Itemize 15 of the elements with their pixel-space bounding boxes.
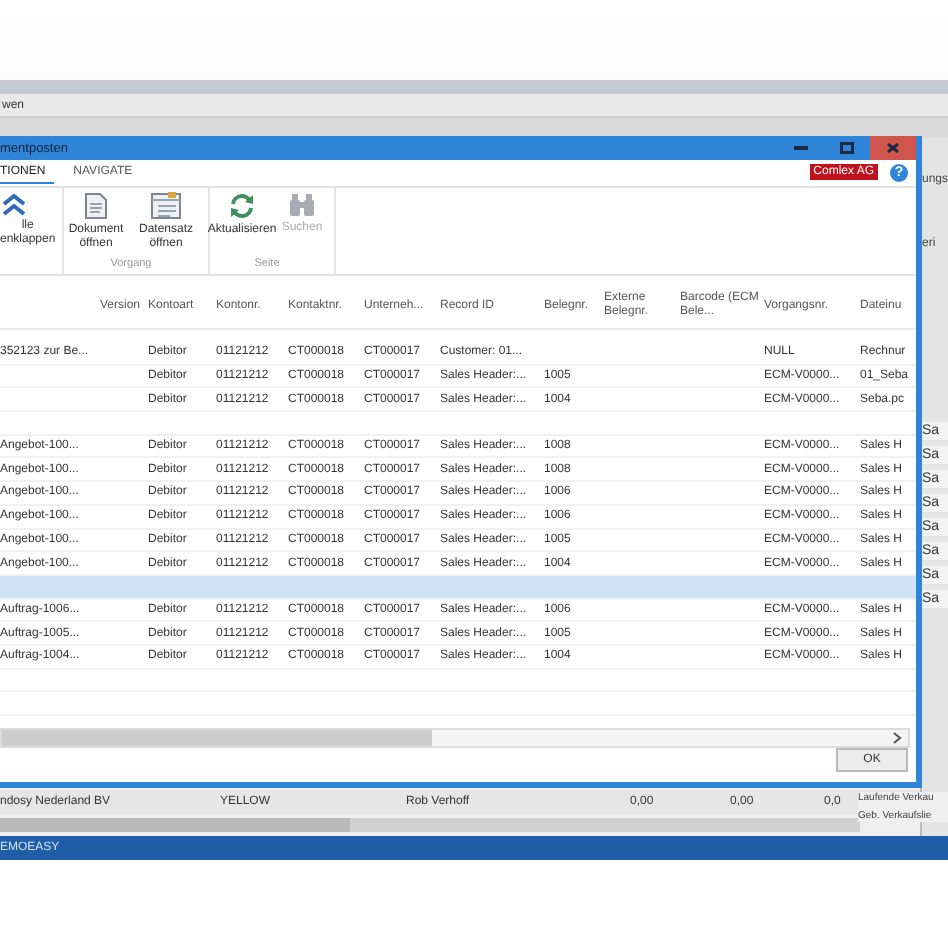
close-button[interactable] xyxy=(870,136,916,160)
binoculars-icon xyxy=(288,191,316,218)
double-chevron-up-icon xyxy=(0,191,28,216)
close-icon xyxy=(886,142,900,154)
maximize-icon xyxy=(840,142,854,154)
minimize-icon xyxy=(794,145,808,151)
horizontal-scrollbar[interactable] xyxy=(0,728,910,748)
scrollbar-thumb[interactable] xyxy=(0,818,350,832)
document-icon xyxy=(84,191,108,220)
horizontal-scrollbar[interactable] xyxy=(0,818,860,832)
refresh-icon xyxy=(228,191,256,220)
chevron-right-icon[interactable] xyxy=(892,732,902,744)
selected-row[interactable] xyxy=(0,575,916,600)
record-icon xyxy=(150,191,182,220)
scrollbar-thumb[interactable] xyxy=(2,730,432,746)
